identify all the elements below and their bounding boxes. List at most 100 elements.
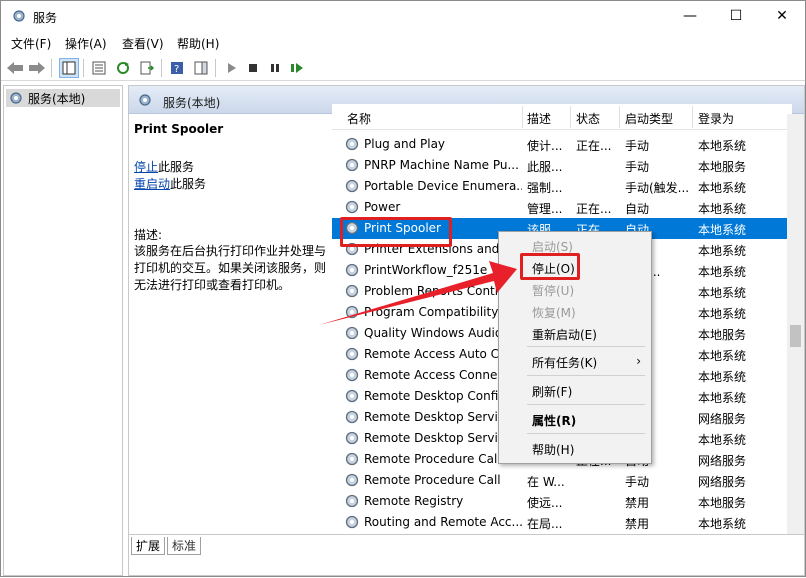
menu-pause[interactable]: 暂停(U) (532, 282, 574, 299)
menu-restart[interactable]: 重新启动(E) (532, 326, 597, 343)
cell-logon: 本地系统 (698, 286, 747, 300)
service-gear-icon (345, 137, 359, 151)
cell-startup: 自动 (625, 202, 650, 216)
vertical-scrollbar[interactable] (787, 114, 804, 534)
menu-action[interactable]: 操作(A) (65, 35, 107, 52)
tab-extended[interactable]: 扩展 (131, 537, 166, 555)
service-gear-icon (345, 452, 359, 466)
cell-name: Routing and Remote Acc... (364, 515, 522, 529)
help-icon[interactable]: ? (167, 58, 187, 78)
cell-logon: 本地系统 (698, 223, 747, 237)
service-gear-icon (345, 158, 359, 172)
cell-name: PNRP Machine Name Pu... (364, 158, 519, 172)
refresh-icon[interactable] (113, 58, 133, 78)
stop-service-icon[interactable] (243, 58, 263, 78)
menu-bar: 文件(F) 操作(A) 查看(V) 帮助(H) (1, 33, 805, 53)
cell-logon: 网络服务 (698, 454, 747, 468)
print-spooler-highlight (340, 217, 452, 247)
properties-sheet-icon[interactable] (89, 58, 109, 78)
minimize-button[interactable]: — (667, 1, 713, 31)
maximize-button[interactable]: ☐ (713, 1, 759, 31)
restart-service-line: 重启动此服务 (134, 175, 206, 192)
description-panel: Print Spooler 停止此服务 重启动此服务 描述: 该服务在后台执行打… (129, 114, 331, 534)
cell-logon: 本地系统 (698, 349, 747, 363)
services-gear-icon (139, 94, 151, 106)
services-window: 服务 — ☐ ✕ 文件(F) 操作(A) 查看(V) 帮助(H) ? 服务(本地… (0, 0, 806, 577)
cell-startup: 手动(触发... (625, 181, 689, 195)
cell-logon: 本地服务 (698, 328, 747, 342)
table-row[interactable]: Routing and Remote Acc... 在局... 禁用 本地系统 (332, 512, 792, 533)
services-gear-icon (13, 10, 25, 22)
title-bar: 服务 — ☐ ✕ (1, 1, 805, 31)
cell-logon: 本地服务 (698, 160, 747, 174)
details-pane: 服务(本地) Print Spooler 停止此服务 重启动此服务 描述: 该服… (128, 85, 805, 576)
service-gear-icon (345, 284, 359, 298)
service-gear-icon (345, 494, 359, 508)
service-gear-icon (345, 200, 359, 214)
restart-service-icon[interactable] (287, 58, 307, 78)
table-row[interactable]: Remote Registry 使远... 禁用 本地服务 (332, 491, 792, 512)
menu-help-item[interactable]: 帮助(H) (532, 441, 574, 458)
cell-status: 正在... (576, 139, 612, 153)
cell-name: Remote Procedure Call (364, 473, 501, 487)
menu-help[interactable]: 帮助(H) (177, 35, 219, 52)
start-service-icon[interactable] (221, 58, 241, 78)
service-gear-icon (345, 410, 359, 424)
show-hide-console-tree-icon[interactable] (59, 58, 79, 78)
table-row[interactable]: Power 管理... 正在... 自动 本地系统 (332, 197, 792, 218)
column-description[interactable]: 描述 (527, 110, 551, 127)
service-gear-icon (345, 515, 359, 529)
restart-service-suffix: 此服务 (170, 177, 207, 191)
console-tree: 服务(本地) (3, 85, 123, 576)
scrollbar-thumb[interactable] (790, 325, 801, 347)
tab-standard[interactable]: 标准 (167, 537, 202, 555)
close-button[interactable]: ✕ (759, 1, 805, 31)
column-status[interactable]: 状态 (576, 110, 600, 127)
table-row[interactable]: Remote Procedure Call 在 W... 手动 网络服务 (332, 470, 792, 491)
cell-logon: 本地系统 (698, 391, 747, 405)
service-gear-icon (345, 389, 359, 403)
table-row[interactable]: Plug and Play 使计... 正在... 手动 本地系统 (332, 134, 792, 155)
tree-item-services-local[interactable]: 服务(本地) (6, 89, 120, 107)
menu-all-tasks[interactable]: 所有任务(K) (532, 354, 597, 371)
stop-service-suffix: 此服务 (158, 160, 195, 174)
pause-service-icon[interactable] (265, 58, 285, 78)
service-gear-icon (345, 326, 359, 340)
column-name[interactable]: 名称 (347, 110, 371, 127)
menu-properties[interactable]: 属性(R) (532, 412, 576, 429)
export-list-icon[interactable] (137, 58, 157, 78)
cell-logon: 本地服务 (698, 496, 747, 510)
cell-desc: 强制... (527, 181, 563, 195)
cell-logon: 网络服务 (698, 475, 747, 489)
menu-refresh[interactable]: 刷新(F) (532, 383, 572, 400)
menu-file[interactable]: 文件(F) (11, 35, 51, 52)
restart-service-link[interactable]: 重启动 (134, 177, 170, 191)
menu-view[interactable]: 查看(V) (122, 35, 164, 52)
cell-desc: 在 W... (527, 475, 565, 489)
cell-startup: 手动 (625, 160, 650, 174)
view-tabs: 扩展 标准 (129, 534, 804, 575)
column-divider (619, 106, 620, 128)
pane-title: 服务(本地) (163, 96, 221, 110)
forward-icon[interactable] (27, 58, 47, 78)
table-row[interactable]: Portable Device Enumera... 强制... 手动(触发... 本… (332, 176, 792, 197)
menu-resume[interactable]: 恢复(M) (532, 304, 576, 321)
submenu-arrow-icon: › (636, 354, 641, 368)
cell-name: Power (364, 200, 401, 214)
service-gear-icon (345, 347, 359, 361)
toolbar-separator (51, 59, 52, 77)
column-divider (692, 106, 693, 128)
cell-startup: 禁用 (625, 517, 650, 531)
stop-service-link[interactable]: 停止 (134, 160, 158, 174)
cell-logon: 本地系统 (698, 181, 747, 195)
tree-item-label: 服务(本地) (28, 91, 86, 106)
column-logon-as[interactable]: 登录为 (698, 110, 734, 127)
back-icon[interactable] (5, 58, 25, 78)
column-header: ⌃ 名称 描述 状态 启动类型 登录为 (332, 104, 792, 130)
column-startup-type[interactable]: 启动类型 (625, 110, 673, 127)
show-action-pane-icon[interactable] (191, 58, 211, 78)
cell-logon: 本地系统 (698, 370, 747, 384)
description-label: 描述: (134, 228, 163, 242)
table-row[interactable]: PNRP Machine Name Pu... 此服... 手动 本地服务 (332, 155, 792, 176)
toolbar-separator (215, 59, 216, 77)
